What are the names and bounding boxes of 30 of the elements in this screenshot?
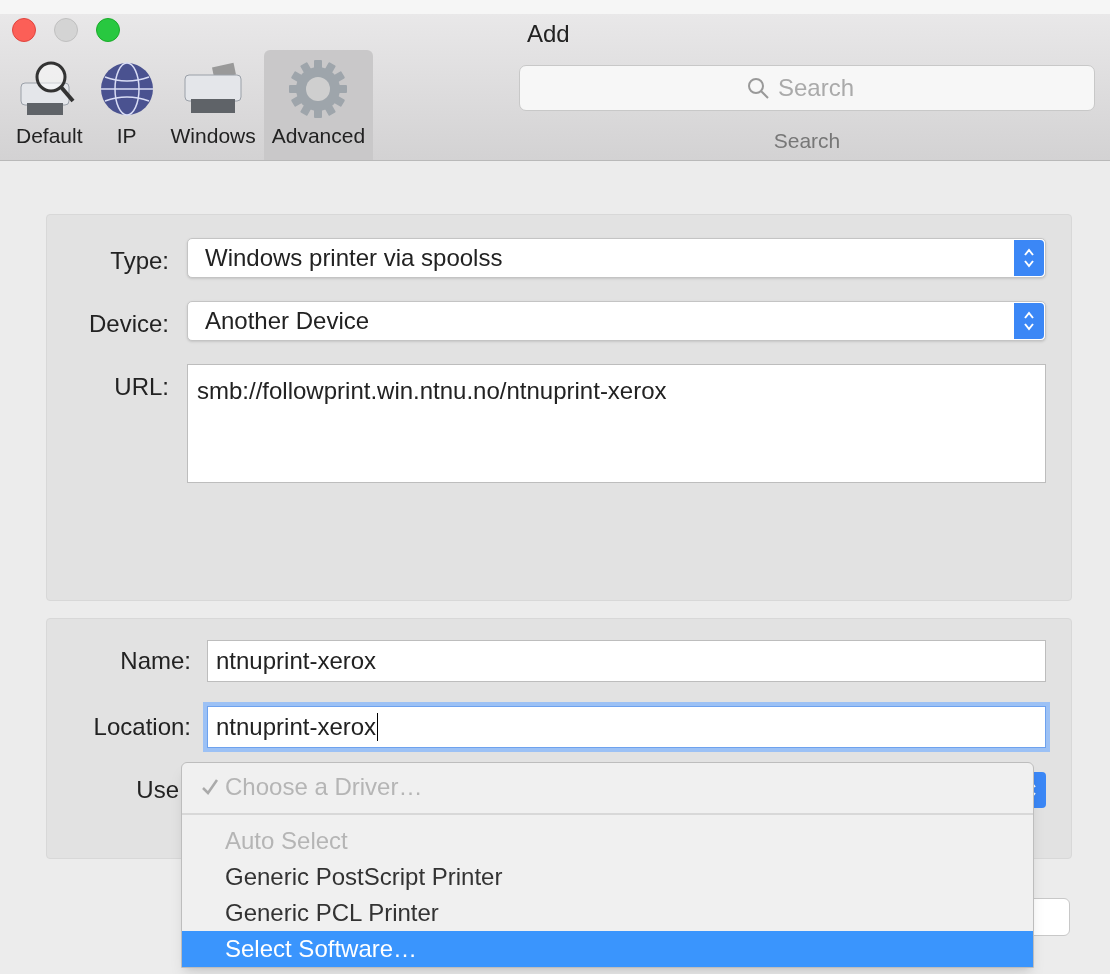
toolbar-tab[interactable]: Advanced: [263, 50, 374, 160]
checkmark-icon: [201, 778, 219, 796]
toolbar-tab[interactable]: Default: [8, 50, 91, 160]
popup-button[interactable]: Another Device: [187, 301, 1046, 341]
globe-icon: [98, 61, 155, 117]
url-field[interactable]: smb://followprint.win.ntnu.no/ntnuprint-xerox: [187, 364, 1046, 483]
field-label: Type:: [109, 246, 169, 276]
gear-icon: [287, 58, 350, 120]
search-label: Search: [773, 128, 841, 154]
menu-item[interactable]: Generic PostScript Printer: [182, 859, 1033, 895]
search-field[interactable]: Search: [519, 65, 1095, 111]
popup-button[interactable]: Windows printer via spoolss: [187, 238, 1046, 278]
stepper-icon: [1014, 240, 1044, 276]
window-title: Add: [527, 19, 570, 49]
text-cursor: [377, 713, 379, 741]
stepper-icon: [1014, 303, 1044, 339]
search-input[interactable]: Search: [778, 70, 868, 106]
field-label: Use: [135, 775, 179, 805]
field-label: Location:: [92, 712, 191, 742]
menu-item[interactable]: Generic PCL Printer: [182, 895, 1033, 931]
field-label: Device:: [87, 309, 169, 339]
search-icon: [746, 76, 770, 100]
close-button[interactable]: [12, 18, 36, 42]
zoom-button[interactable]: [96, 18, 120, 42]
field-label: URL:: [113, 372, 169, 402]
toolbar-tab[interactable]: Windows: [162, 50, 264, 160]
minimize-button[interactable]: [54, 18, 78, 42]
field-label: Name:: [119, 646, 191, 676]
toolbar-tab[interactable]: IP: [90, 50, 163, 160]
text-field[interactable]: ntnuprint-xerox: [207, 640, 1046, 682]
